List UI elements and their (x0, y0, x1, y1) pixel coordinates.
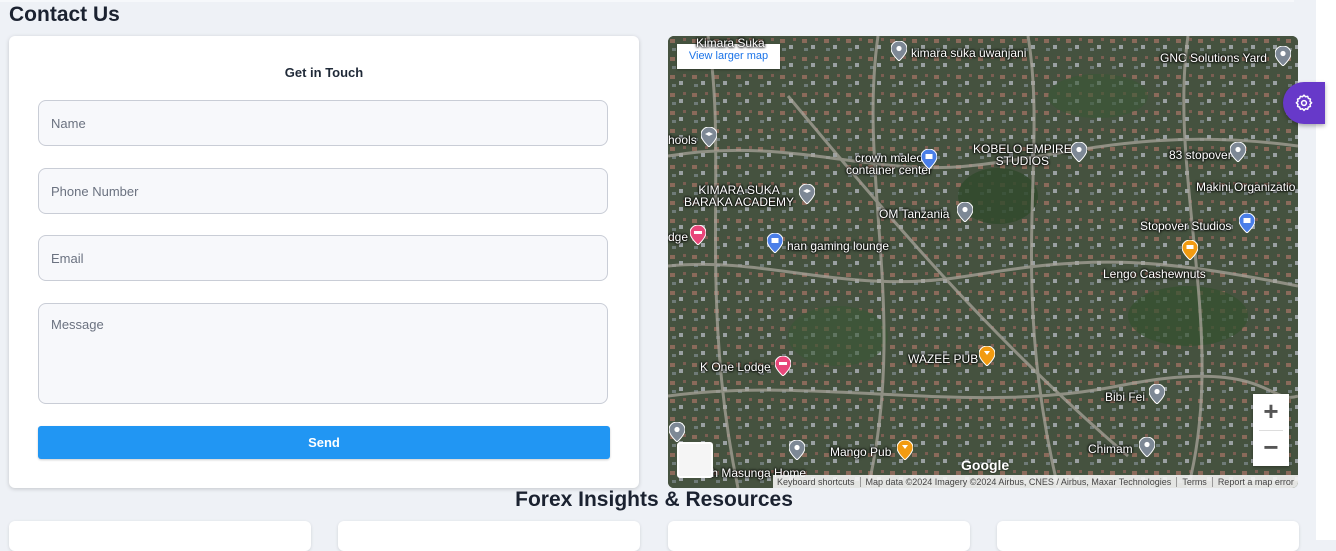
gear-icon (1295, 94, 1313, 112)
school-pin-icon[interactable] (799, 184, 815, 204)
map-place-label[interactable]: kimara suka uwanjani (911, 47, 1026, 59)
map-pin-icon[interactable] (1230, 142, 1246, 162)
google-logo: Google (961, 457, 1010, 473)
resource-card[interactable] (338, 521, 640, 551)
map-layers-button[interactable] (677, 442, 713, 478)
resource-card[interactable] (9, 521, 311, 551)
map-data-attribution: Map data ©2024 Imagery ©2024 Airbus, CNE… (859, 477, 1177, 487)
report-map-error-link[interactable]: Report a map error (1211, 477, 1298, 487)
shopping-pin-icon[interactable] (1239, 213, 1255, 233)
map-pin-icon[interactable] (957, 202, 973, 222)
shopping-pin-icon[interactable] (767, 233, 783, 253)
shopping-pin-icon[interactable] (921, 149, 937, 169)
bar-pin-icon[interactable] (979, 346, 995, 366)
send-button[interactable]: Send (38, 426, 610, 459)
map-place-label[interactable]: Lengo Cashewnuts (1103, 268, 1206, 280)
resource-card[interactable] (997, 521, 1299, 551)
forex-insights-heading: Forex Insights & Resources (515, 488, 793, 511)
lodging-pin-icon[interactable] (690, 225, 706, 245)
map-pin-icon[interactable] (1149, 384, 1165, 404)
map-pin-icon[interactable] (1275, 46, 1291, 66)
zoom-divider (1259, 430, 1283, 431)
map-place-label[interactable]: OM Tanzania (879, 208, 949, 220)
map-place-label[interactable]: 83 stopover (1169, 149, 1232, 161)
embedded-map[interactable]: View larger map Kimara Suka kimara suka … (668, 36, 1298, 488)
map-place-label[interactable]: GNC Solutions Yard (1160, 52, 1267, 64)
lodging-pin-icon[interactable] (775, 356, 791, 376)
resource-card[interactable] (668, 521, 970, 551)
settings-button[interactable] (1283, 82, 1325, 124)
zoom-in-button[interactable]: + (1253, 394, 1289, 430)
map-pin-icon[interactable] (1139, 437, 1155, 457)
map-attribution-bar: Keyboard shortcuts Map data ©2024 Imager… (773, 475, 1298, 488)
map-place-label[interactable]: Chimam (1088, 443, 1133, 455)
map-place-label[interactable]: crown maleo container center (846, 152, 932, 176)
zoom-out-button[interactable]: − (1253, 430, 1289, 466)
map-place-label[interactable]: Kimara Suka (696, 37, 765, 49)
map-place-label[interactable]: KOBELO EMPIRE STUDIOS (973, 143, 1072, 167)
map-place-label[interactable]: K One Lodge (700, 361, 771, 373)
food-pin-icon[interactable] (1182, 240, 1198, 260)
map-place-label[interactable]: WAZEE PUB (908, 353, 978, 365)
name-field[interactable] (38, 100, 608, 146)
map-place-label[interactable]: KIMARA SUKA BARAKA ACADEMY (684, 184, 794, 208)
page-title: Contact Us (9, 3, 120, 26)
bar-pin-icon[interactable] (897, 440, 913, 460)
contact-form-card: Get in Touch Send (9, 36, 639, 488)
map-place-label[interactable]: dge (668, 231, 688, 243)
phone-number-field[interactable] (38, 168, 608, 214)
school-pin-icon[interactable] (701, 127, 717, 147)
map-place-label[interactable]: Makini Organizatio (1196, 181, 1295, 193)
form-heading: Get in Touch (284, 65, 364, 80)
map-place-label[interactable]: hools (668, 134, 697, 146)
map-place-label[interactable]: Stopover Studios (1140, 220, 1231, 232)
map-place-label[interactable]: Mango Pub (830, 446, 891, 458)
message-field[interactable] (38, 303, 608, 404)
map-place-label[interactable]: Bibi Fei (1105, 391, 1145, 403)
map-place-label[interactable]: han gaming lounge (787, 240, 889, 252)
map-pin-icon[interactable] (789, 440, 805, 460)
email-field[interactable] (38, 235, 608, 281)
satellite-imagery (668, 36, 1298, 488)
map-pin-icon[interactable] (891, 41, 907, 61)
map-pin-icon[interactable] (669, 422, 685, 442)
terms-link[interactable]: Terms (1176, 477, 1212, 487)
map-pin-icon[interactable] (1071, 142, 1087, 162)
keyboard-shortcuts-link[interactable]: Keyboard shortcuts (777, 477, 860, 487)
map-zoom-controls: + − (1253, 394, 1289, 466)
page-scrollbar[interactable] (1316, 0, 1336, 540)
top-strip (0, 0, 1294, 2)
